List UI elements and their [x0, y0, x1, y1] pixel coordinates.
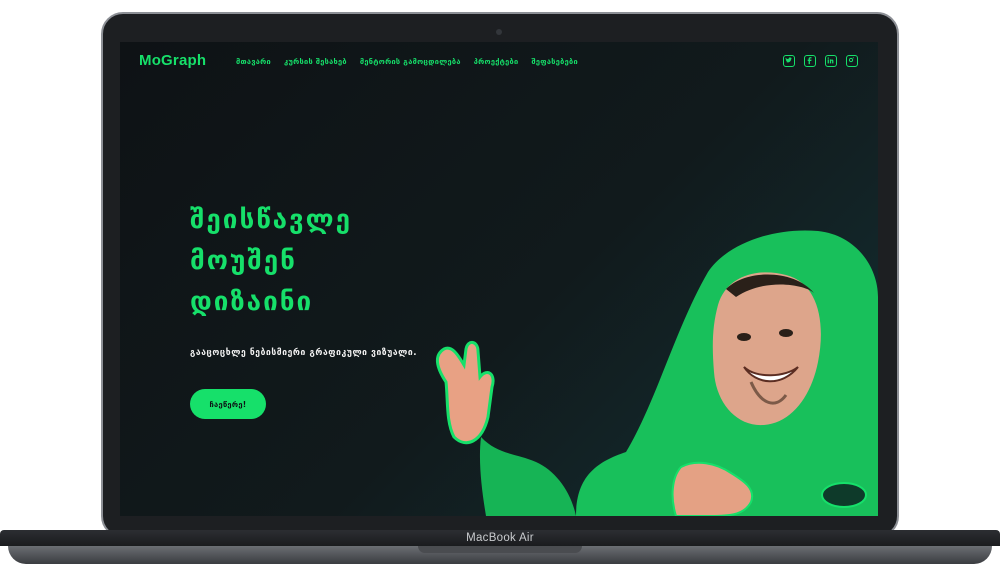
menu-item-projects[interactable]: პროექტები [474, 57, 519, 66]
site-logo[interactable]: MoGraph [139, 52, 206, 69]
device-model-label: MacBook Air [466, 532, 534, 544]
camera-icon [496, 29, 502, 35]
menu-item-mentor-experience[interactable]: მენტორის გამოცდილება [360, 57, 461, 66]
headline-line-3: დიზაინი [190, 287, 314, 317]
twitter-icon[interactable] [783, 55, 795, 67]
laptop-hinge: MacBook Air [0, 530, 1000, 546]
instagram-icon[interactable] [846, 55, 858, 67]
hero-headline: შეისწავლე მოუშენ დიზაინი [190, 200, 352, 323]
menu-item-about-course[interactable]: კურსის შესახებ [284, 57, 347, 66]
website-screen: MoGraph მთავარი კურსის შესახებ მენტორის … [120, 42, 878, 516]
menu-item-home[interactable]: მთავარი [236, 57, 271, 66]
social-links [783, 55, 858, 67]
hero-person-image [436, 230, 878, 516]
menu-item-reviews[interactable]: შეფასებები [531, 57, 577, 66]
main-menu: მთავარი კურსის შესახებ მენტორის გამოცდილ… [236, 57, 578, 66]
enroll-button[interactable]: ჩაეწერე! [190, 389, 266, 419]
hero-subtitle: გააცოცხლე ნებისმიერი გრაფიკული ვიზუალი. [190, 348, 418, 358]
headline-line-2: მოუშენ [190, 246, 297, 276]
linkedin-icon[interactable] [825, 55, 837, 67]
facebook-icon[interactable] [804, 55, 816, 67]
headline-line-1: შეისწავლე [190, 205, 353, 235]
laptop-base: MacBook Air [0, 530, 1000, 575]
top-navigation: MoGraph მთავარი კურსის შესახებ მენტორის … [120, 42, 878, 82]
laptop-notch [418, 546, 582, 553]
